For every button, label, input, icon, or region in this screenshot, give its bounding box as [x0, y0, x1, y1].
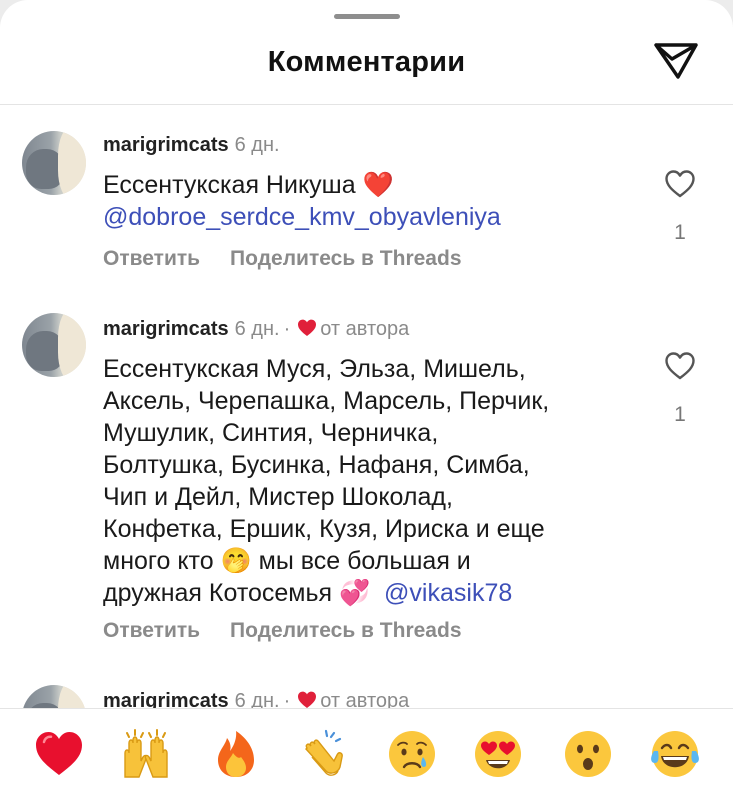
comment-actions: Ответить Поделитесь в Threads	[103, 619, 462, 643]
comment-username[interactable]: marigrimcats	[103, 134, 229, 156]
like-control: 1	[656, 169, 704, 245]
heart-outline-icon[interactable]	[664, 351, 696, 381]
comment-time: 6 дн.	[234, 318, 280, 340]
comment-time: 6 дн.	[234, 690, 280, 708]
comment-text-line: Мушулик, Синтия, Черничка,	[103, 419, 439, 447]
comment-meta: marigrimcats 6 дн. · от автора	[103, 689, 409, 708]
comments-sheet: Комментарии marigrimcats 6 дн. Ессентукск…	[0, 0, 733, 800]
reply-button[interactable]: Ответить	[103, 247, 200, 270]
comment-text-line: Аксель, Черепашка, Марсель, Перчик,	[103, 387, 550, 415]
comment-text: Ессентукская Никуша ❤️ @dobroe_serdce_km…	[103, 169, 643, 233]
tears-of-joy-emoji-button[interactable]	[648, 727, 702, 781]
like-count: 1	[674, 221, 686, 244]
comment-username[interactable]: marigrimcats	[103, 318, 229, 340]
comment-mention-link[interactable]: @vikasik78	[384, 579, 512, 607]
reply-button[interactable]: Ответить	[103, 619, 200, 642]
comment-text-line: Ессентукская Муся, Эльза, Мишель,	[103, 355, 526, 383]
heart-filled-icon	[298, 319, 317, 336]
comment-time: 6 дн.	[234, 134, 280, 156]
comment-meta: marigrimcats 6 дн.	[103, 133, 280, 157]
avatar[interactable]	[22, 313, 86, 377]
sheet-header: Комментарии	[0, 22, 733, 105]
share-threads-button[interactable]: Поделитесь в Threads	[230, 247, 461, 270]
comments-list: marigrimcats 6 дн. Ессентукская Никуша ❤️…	[0, 105, 733, 708]
like-count: 1	[674, 403, 686, 426]
author-liked-label: от автора	[320, 690, 410, 708]
clapping-hands-emoji-button[interactable]	[296, 727, 350, 781]
comment-username[interactable]: marigrimcats	[103, 690, 229, 708]
author-liked-label: от автора	[320, 318, 410, 340]
drag-handle[interactable]	[334, 14, 400, 19]
raising-hands-emoji-button[interactable]	[119, 727, 173, 781]
comment-mention-link[interactable]: @dobroe_serdce_kmv_obyavleniya	[103, 201, 643, 233]
surprised-face-emoji-button[interactable]	[561, 727, 615, 781]
send-paper-plane-icon[interactable]	[652, 39, 700, 83]
comment-actions: Ответить Поделитесь в Threads	[103, 247, 462, 271]
meta-separator: ·	[283, 318, 291, 340]
comment-text-line: Чип и Дейл, Мистер Шоколад,	[103, 483, 453, 511]
like-control: 1	[656, 351, 704, 427]
heart-filled-icon	[298, 691, 317, 708]
avatar[interactable]	[22, 685, 86, 708]
page-title: Комментарии	[267, 46, 466, 78]
share-threads-button[interactable]: Поделитесь в Threads	[230, 619, 461, 642]
comment-text-line: Конфетка, Ершик, Кузя, Ириска и еще	[103, 515, 545, 543]
heart-outline-icon[interactable]	[664, 169, 696, 199]
comment-text-line: Ессентукская Никуша ❤️	[103, 171, 394, 199]
comment-text: Ессентукская Муся, Эльза, Мишель, Аксель…	[103, 353, 643, 609]
comment-text-line: много кто 🤭 мы все большая и	[103, 547, 471, 575]
comment-text-line: дружная Котосемья 💞	[103, 579, 371, 607]
heart-eyes-emoji-button[interactable]	[471, 727, 525, 781]
avatar[interactable]	[22, 131, 86, 195]
comment-meta: marigrimcats 6 дн. · от автора	[103, 317, 409, 341]
fire-emoji-button[interactable]	[209, 727, 263, 781]
comment-text-line: Болтушка, Бусинка, Нафаня, Симба,	[103, 451, 530, 479]
red-heart-emoji-button[interactable]	[32, 727, 86, 781]
meta-separator: ·	[283, 690, 291, 708]
crying-face-emoji-button[interactable]	[385, 727, 439, 781]
quick-reactions-bar	[0, 708, 733, 800]
